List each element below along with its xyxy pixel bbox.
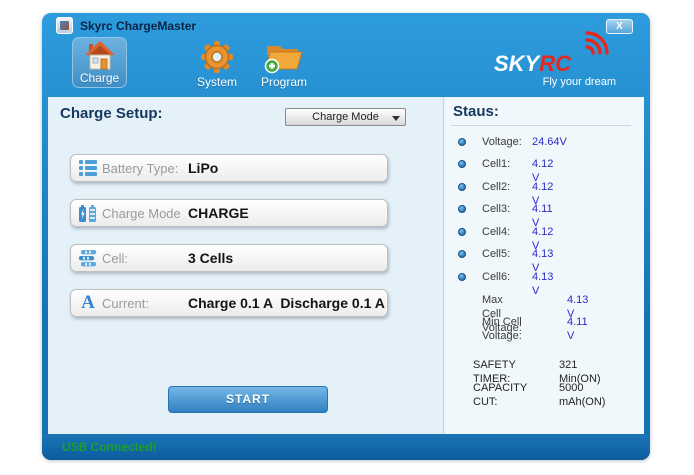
battery-type-value: LiPo bbox=[188, 160, 218, 176]
status-value: 4.11 V bbox=[567, 315, 588, 343]
header: Skyrc ChargeMaster X Charge bbox=[42, 13, 650, 97]
cells-icon bbox=[76, 249, 100, 268]
status-divider bbox=[451, 125, 631, 126]
status-bar: USB Connected! bbox=[42, 434, 650, 460]
current-label: Current: bbox=[100, 296, 188, 311]
ampere-icon: A bbox=[76, 294, 100, 312]
battery-type-label: Battery Type: bbox=[100, 161, 188, 176]
cell-field[interactable]: Cell: 3 Cells bbox=[70, 244, 388, 272]
charge-setup-panel: Charge Setup: Charge Mode Battery bbox=[48, 97, 444, 434]
status-label: Voltage: bbox=[482, 135, 522, 149]
list-icon bbox=[76, 159, 100, 177]
logo-sky: SKY bbox=[494, 51, 539, 76]
brand-logo: SKYRC Fly your dream bbox=[492, 25, 616, 95]
bullet-icon bbox=[458, 138, 466, 146]
status-value: 5000 mAh(ON) bbox=[559, 381, 605, 409]
current-field[interactable]: A Current: Charge 0.1 A Discharge 0.1 A bbox=[70, 289, 388, 317]
charge-mode-value: CHARGE bbox=[188, 205, 249, 221]
status-label: Cell3: bbox=[482, 202, 510, 216]
status-label: Cell2: bbox=[482, 180, 510, 194]
logo-wordmark: SKYRC bbox=[494, 51, 571, 77]
status-value: 24.64V bbox=[532, 135, 567, 149]
status-label: Min Cell Voltage: bbox=[482, 315, 522, 343]
bullet-icon bbox=[458, 205, 466, 213]
charge-mode-dropdown-value: Charge Mode bbox=[312, 111, 379, 123]
bullet-icon bbox=[458, 250, 466, 258]
cell-label: Cell: bbox=[100, 251, 188, 266]
status-label: Cell6: bbox=[482, 270, 510, 284]
bullet-icon bbox=[458, 228, 466, 236]
window-title: Skyrc ChargeMaster bbox=[80, 19, 196, 33]
status-label: Cell1: bbox=[482, 157, 510, 171]
app-icon bbox=[56, 17, 73, 34]
charge-mode-dropdown[interactable]: Charge Mode bbox=[285, 108, 406, 126]
logo-tagline: Fly your dream bbox=[543, 76, 616, 88]
charge-setup-heading: Charge Setup: bbox=[60, 105, 163, 122]
status-value: 4.13 V bbox=[532, 270, 553, 298]
toolbar-item-program[interactable]: Program bbox=[254, 39, 314, 89]
battery-icon bbox=[76, 204, 100, 223]
start-button[interactable]: START bbox=[168, 386, 328, 413]
gear-icon bbox=[187, 39, 247, 75]
status-panel: Staus: Voltage:24.64V Cell1:4.12 V Cell2… bbox=[445, 97, 644, 434]
usb-connected-message: USB Connected! bbox=[62, 440, 157, 454]
app-window: Skyrc ChargeMaster X Charge bbox=[42, 13, 650, 460]
toolbar-item-system[interactable]: System bbox=[187, 39, 247, 89]
status-label: Cell5: bbox=[482, 247, 510, 261]
status-heading: Staus: bbox=[453, 103, 499, 120]
chevron-down-icon bbox=[392, 116, 400, 121]
toolbar-label-system: System bbox=[187, 75, 247, 89]
status-label: CAPACITY CUT: bbox=[473, 381, 527, 409]
toolbar-label-program: Program bbox=[254, 75, 314, 89]
battery-type-field[interactable]: Battery Type: LiPo bbox=[70, 154, 388, 182]
signal-arcs-icon bbox=[580, 25, 614, 60]
logo-rc: RC bbox=[539, 51, 571, 76]
bullet-icon bbox=[458, 183, 466, 191]
main-content: Charge Setup: Charge Mode Battery bbox=[48, 97, 644, 434]
charge-mode-label: Charge Mode bbox=[100, 206, 188, 221]
folder-plus-icon bbox=[254, 39, 314, 75]
toolbar-item-charge[interactable]: Charge bbox=[72, 37, 127, 88]
cell-value: 3 Cells bbox=[188, 250, 233, 266]
charge-mode-field[interactable]: Charge Mode CHARGE bbox=[70, 199, 388, 227]
bullet-icon bbox=[458, 273, 466, 281]
current-value: Charge 0.1 A Discharge 0.1 A bbox=[188, 295, 385, 311]
toolbar-label-charge: Charge bbox=[73, 71, 126, 85]
bullet-icon bbox=[458, 160, 466, 168]
status-label: Cell4: bbox=[482, 225, 510, 239]
